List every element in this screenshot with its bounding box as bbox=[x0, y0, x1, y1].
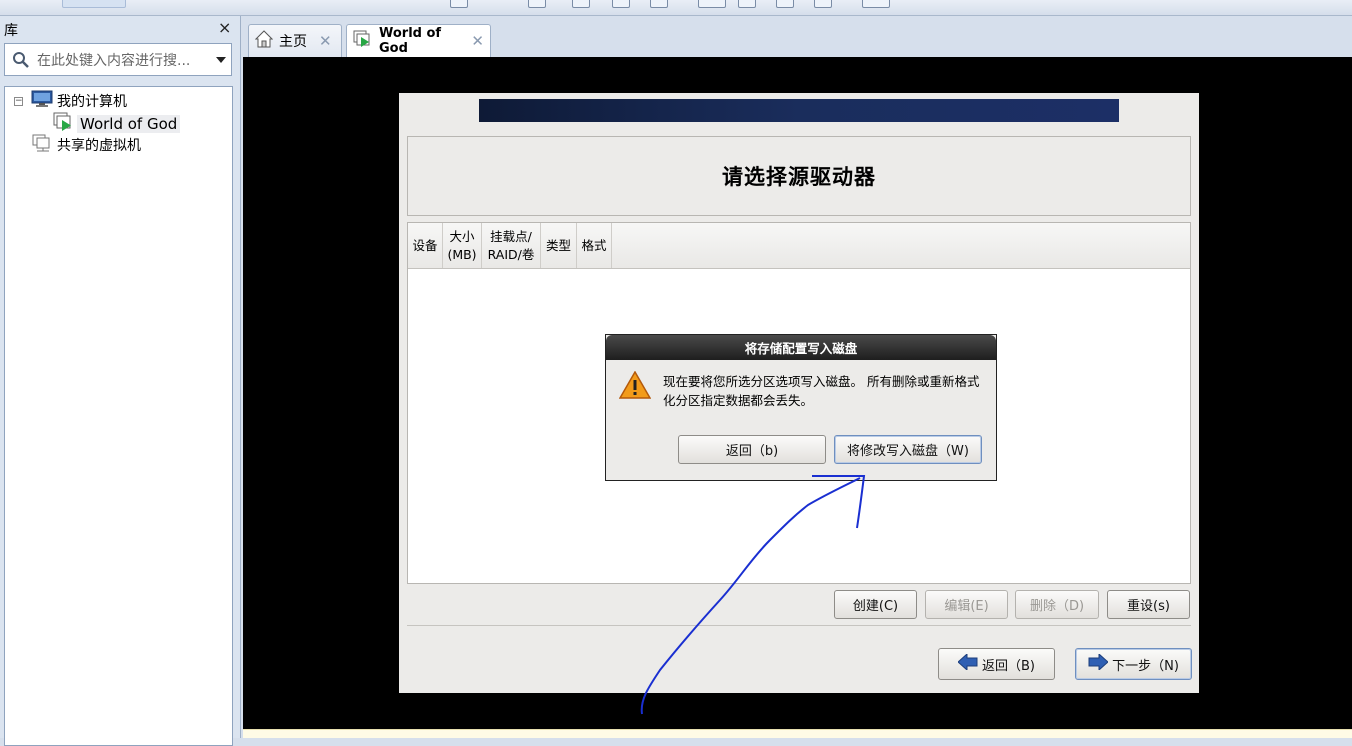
write-to-disk-dialog: 将存储配置写入磁盘 现在要将您所选分区选项写入磁盘。 所有删除或重新格式化分区指… bbox=[605, 334, 997, 481]
toolbar-button[interactable] bbox=[776, 0, 794, 8]
arrow-right-icon bbox=[1088, 652, 1109, 674]
tree-item-vm[interactable]: World of God bbox=[53, 112, 181, 136]
toolbar-button[interactable] bbox=[862, 0, 890, 8]
toolbar-button[interactable] bbox=[450, 0, 468, 8]
toolbar-button[interactable] bbox=[572, 0, 590, 8]
edit-button[interactable]: 编辑(E) bbox=[925, 590, 1008, 619]
toolbar-button[interactable] bbox=[62, 0, 126, 8]
library-panel: 库 × 在此处键入内容进行搜... − 我的计算机 World of God 共… bbox=[0, 16, 241, 746]
column-header-type[interactable]: 类型 bbox=[541, 223, 577, 268]
computer-icon bbox=[31, 90, 53, 112]
main-toolbar bbox=[0, 0, 1352, 16]
back-button[interactable]: 返回（B) bbox=[938, 648, 1055, 680]
back-button-label: 返回（B) bbox=[982, 658, 1035, 674]
tree-item-label: World of God bbox=[77, 115, 181, 133]
column-header-mount[interactable]: 挂载点/ RAID/卷 bbox=[482, 223, 541, 268]
tree-item-my-computer[interactable]: 我的计算机 bbox=[31, 90, 127, 112]
dialog-message: 现在要将您所选分区选项写入磁盘。 所有删除或重新格式化分区指定数据都会丢失。 bbox=[663, 374, 980, 408]
arrow-left-icon bbox=[957, 652, 978, 674]
status-bar bbox=[243, 729, 1352, 738]
vm-icon bbox=[53, 112, 75, 136]
close-icon[interactable]: ✕ bbox=[471, 32, 484, 50]
toolbar-button[interactable] bbox=[738, 0, 756, 8]
next-button[interactable]: 下一步（N) bbox=[1075, 648, 1192, 680]
chevron-down-icon[interactable] bbox=[211, 56, 231, 63]
toolbar-button[interactable] bbox=[528, 0, 546, 8]
collapse-icon[interactable]: − bbox=[14, 97, 23, 106]
vm-console[interactable]: 请选择源驱动器 设备 大小 (MB) 挂载点/ RAID/卷 类型 格式 创建(… bbox=[243, 57, 1352, 729]
installer-banner bbox=[479, 99, 1119, 122]
warning-icon bbox=[618, 370, 652, 403]
tree-item-label: 我的计算机 bbox=[57, 94, 127, 110]
column-header-format[interactable]: 格式 bbox=[577, 223, 612, 268]
column-header-filler bbox=[612, 223, 1190, 268]
tree-item-label: 共享的虚拟机 bbox=[57, 138, 141, 154]
vm-icon bbox=[353, 30, 373, 52]
close-icon[interactable]: × bbox=[218, 18, 231, 37]
dialog-back-button[interactable]: 返回（b) bbox=[678, 435, 826, 464]
reset-button[interactable]: 重设(s) bbox=[1107, 590, 1190, 619]
close-icon[interactable]: ✕ bbox=[319, 32, 332, 50]
search-input[interactable]: 在此处键入内容进行搜... bbox=[4, 43, 232, 76]
column-header-device[interactable]: 设备 bbox=[408, 223, 443, 268]
tab-home[interactable]: 主页 ✕ bbox=[248, 24, 342, 57]
write-changes-button[interactable]: 将修改写入磁盘（W) bbox=[834, 435, 982, 464]
home-icon bbox=[254, 30, 274, 52]
toolbar-button[interactable] bbox=[698, 0, 726, 8]
column-header-size[interactable]: 大小 (MB) bbox=[443, 223, 482, 268]
shared-vm-icon bbox=[31, 134, 53, 156]
toolbar-button[interactable] bbox=[612, 0, 630, 8]
toolbar-button[interactable] bbox=[814, 0, 832, 8]
divider bbox=[407, 625, 1191, 626]
next-button-label: 下一步（N) bbox=[1112, 658, 1179, 674]
dialog-title: 将存储配置写入磁盘 bbox=[606, 335, 996, 360]
library-title: 库 bbox=[4, 23, 18, 39]
create-button[interactable]: 创建(C) bbox=[834, 590, 917, 619]
tab-vm[interactable]: World of God ✕ bbox=[346, 24, 491, 57]
tree-item-shared-vms[interactable]: 共享的虚拟机 bbox=[31, 134, 141, 156]
table-header: 设备 大小 (MB) 挂载点/ RAID/卷 类型 格式 bbox=[408, 223, 1190, 269]
search-placeholder: 在此处键入内容进行搜... bbox=[37, 52, 191, 69]
search-icon bbox=[5, 51, 37, 69]
tab-bar: 主页 ✕ World of God ✕ bbox=[243, 16, 1352, 57]
delete-button[interactable]: 删除（D) bbox=[1015, 590, 1099, 619]
library-tree: − 我的计算机 World of God 共享的虚拟机 bbox=[4, 86, 233, 746]
heading-box: 请选择源驱动器 bbox=[407, 136, 1191, 216]
tab-label: World of God bbox=[379, 26, 442, 56]
tab-label: 主页 bbox=[279, 34, 307, 50]
toolbar-button[interactable] bbox=[650, 0, 668, 8]
page-title: 请选择源驱动器 bbox=[722, 165, 876, 189]
